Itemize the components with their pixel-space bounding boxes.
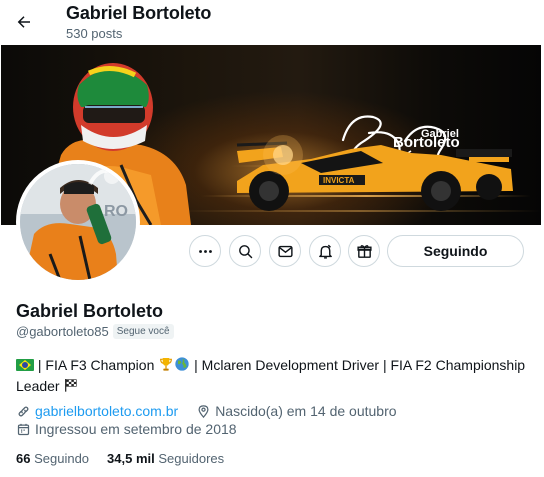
display-name: Gabriel Bortoleto [16,301,164,321]
joined-text: Ingressou em setembro de 2018 [35,421,237,437]
profile-meta-row-2: Ingressou em setembro de 2018 [16,421,237,437]
svg-text:RO: RO [104,203,128,220]
follow-stats: 66 Seguindo 34,5 mil Seguidores [16,451,224,466]
followers-stat[interactable]: 34,5 mil Seguidores [107,451,224,466]
notification-bell-icon [318,244,332,259]
location-pin-icon [198,404,209,418]
arrow-left-icon [17,16,30,28]
message-icon [277,245,293,257]
calendar-icon [17,423,30,435]
bio-text-1: | FIA F3 Champion [34,357,159,373]
following-count: 66 [16,451,31,466]
handle-row: @gabortoleto85 Segue você [16,324,174,339]
follows-you-badge: Segue você [112,324,174,339]
user-handle: @gabortoleto85 [16,324,109,339]
following-label: Seguindo [34,451,90,466]
header-post-count: 530 posts [66,26,123,41]
profile-header: Gabriel Bortoleto 530 posts [0,0,544,45]
globe-icon [174,356,190,377]
search-icon [238,244,252,258]
svg-text:INVICTA: INVICTA [323,176,355,185]
following-button[interactable]: Seguindo [387,235,524,267]
search-button[interactable] [229,235,261,267]
more-button[interactable] [189,235,221,267]
svg-text:Bortoleto: Bortoleto [393,134,460,151]
checkered-flag-icon [63,377,79,398]
following-stat[interactable]: 66 Seguindo [16,451,89,466]
website-link[interactable]: gabrielbortoleto.com.br [35,403,178,419]
back-button[interactable] [8,6,40,38]
gift-icon [356,244,372,258]
profile-bio: | FIA F3 Champion | Mclaren Development … [16,356,526,398]
notifications-button[interactable] [309,235,341,267]
more-icon [198,249,212,253]
profile-actions: Seguindo [0,235,544,267]
birthday-text: Nascido(a) em 14 de outubro [215,403,397,419]
header-name: Gabriel Bortoleto [66,3,212,23]
followers-count: 34,5 mil [107,451,155,466]
message-button[interactable] [269,235,301,267]
gift-button[interactable] [348,235,380,267]
followers-label: Seguidores [158,451,225,466]
brazil-flag-icon [16,359,34,371]
link-icon [18,406,29,416]
profile-meta-row-1: gabrielbortoleto.com.br Nascido(a) em 14… [16,403,397,419]
trophy-icon [158,356,174,377]
